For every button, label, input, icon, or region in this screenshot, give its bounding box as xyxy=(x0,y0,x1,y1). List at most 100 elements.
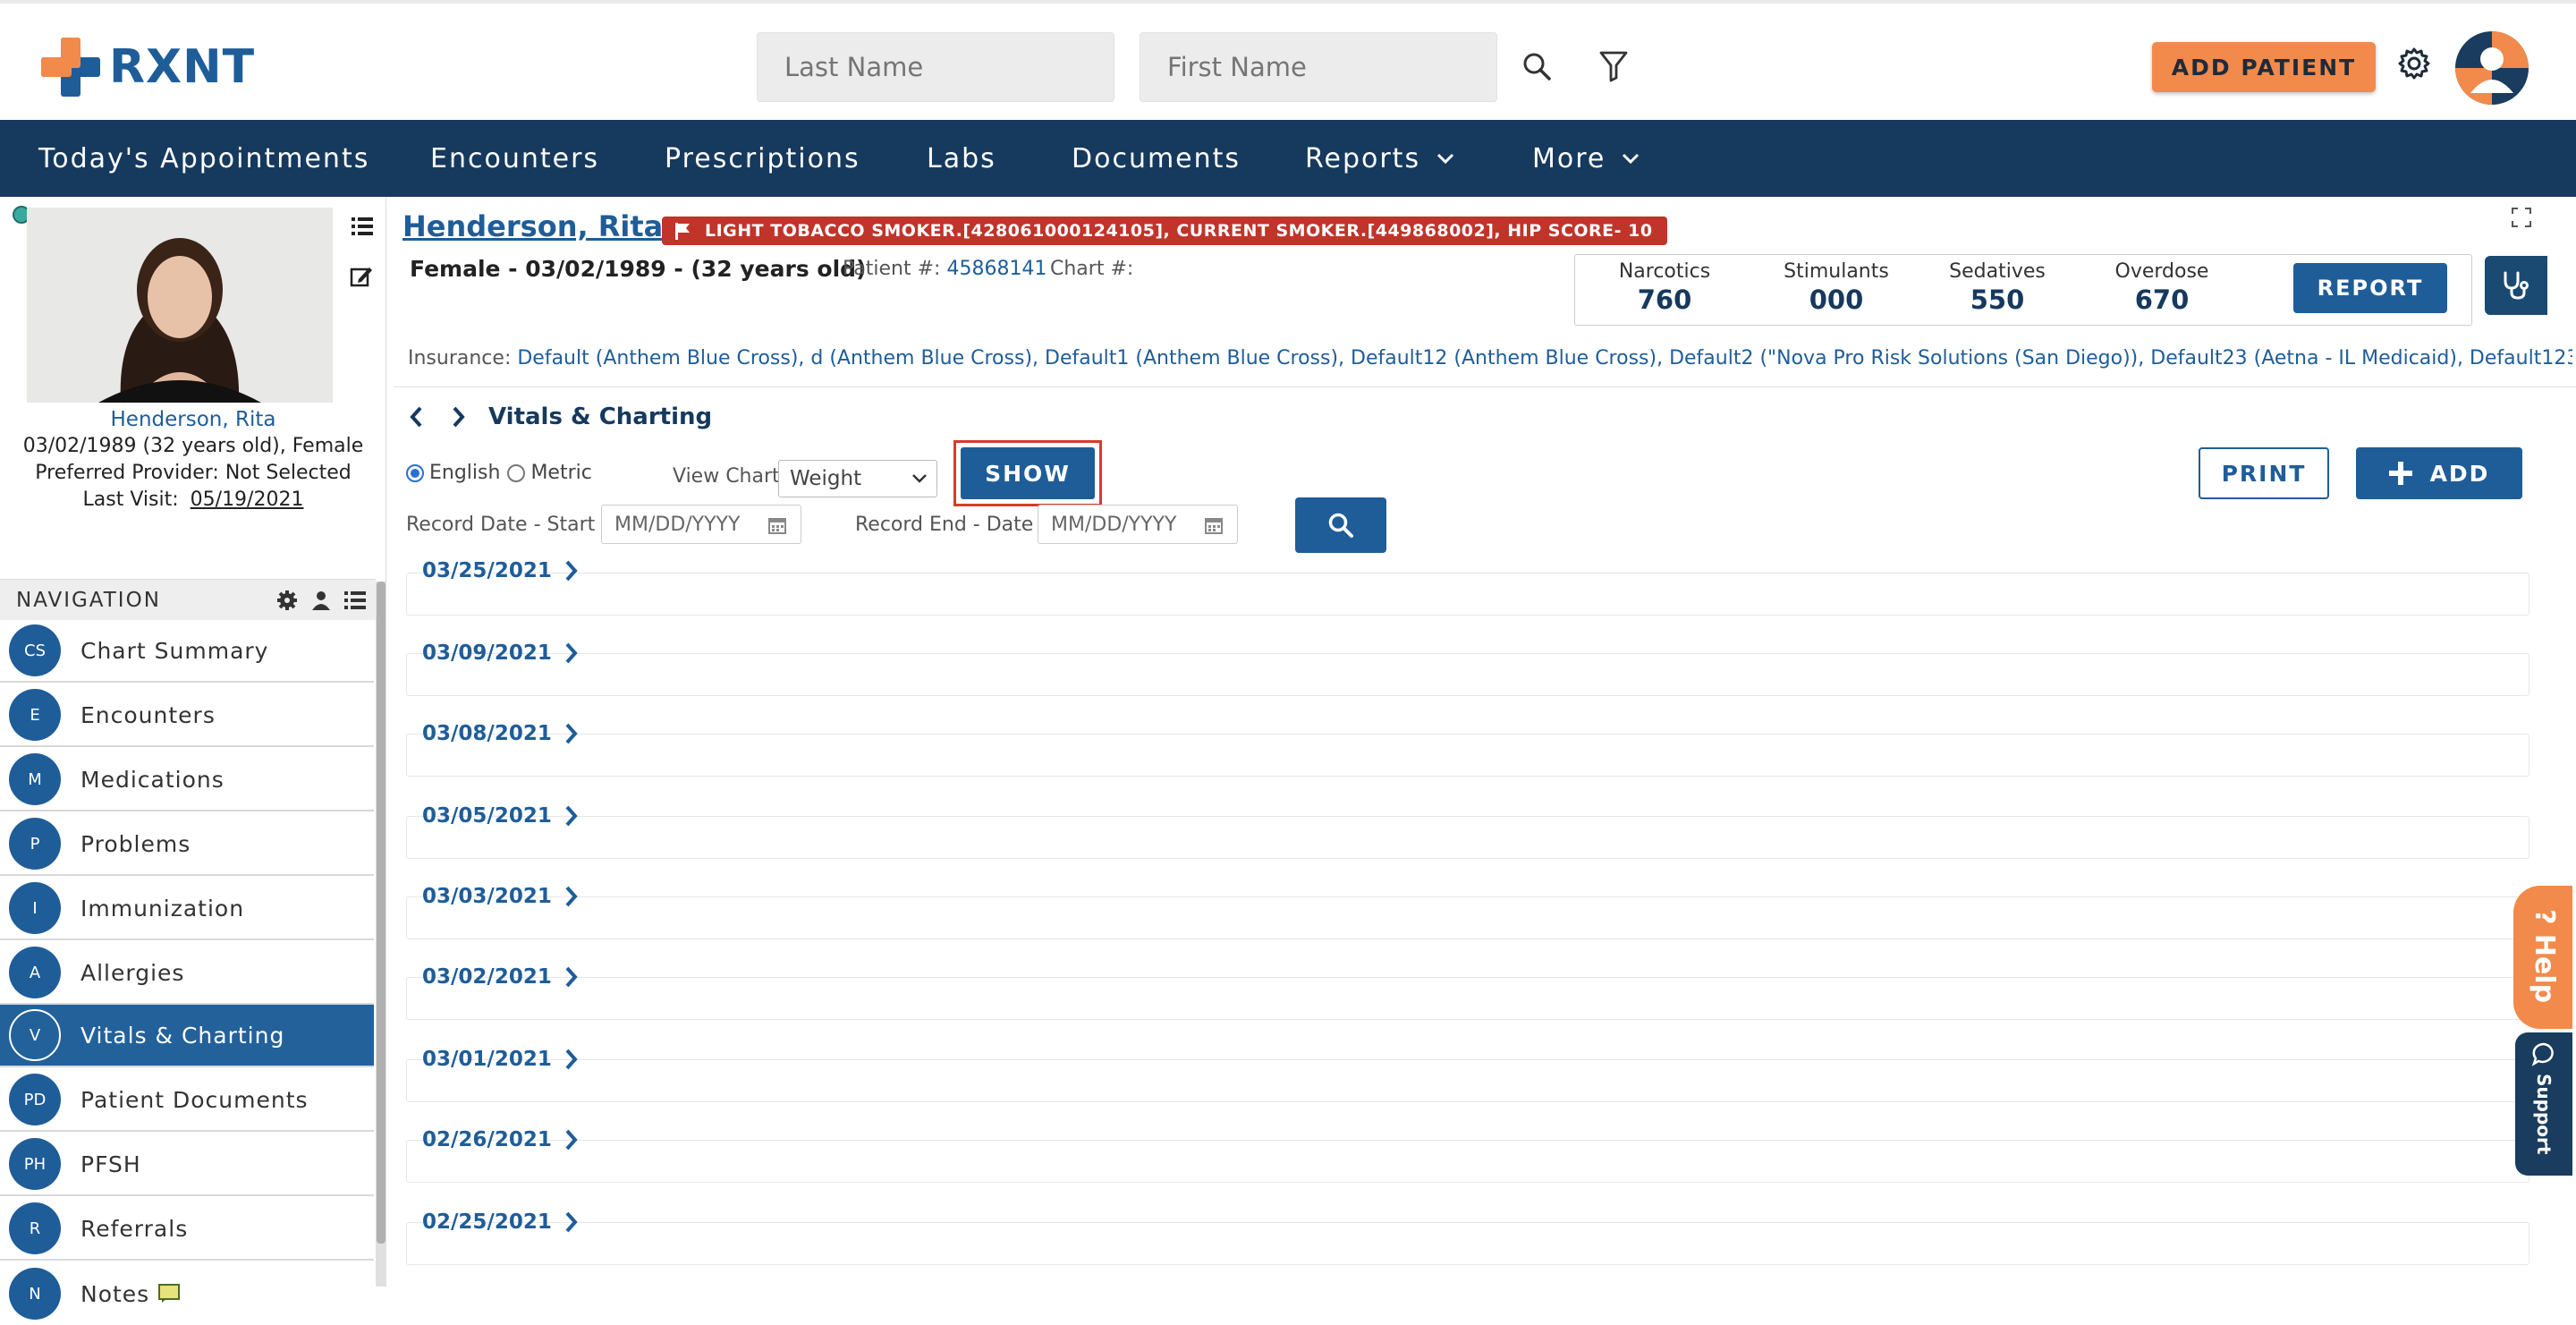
chart-number-label: Chart #: xyxy=(1050,258,1134,280)
patient-number-value: 45868141 xyxy=(946,258,1047,280)
chevron-left-icon[interactable] xyxy=(408,405,424,429)
badge: PH xyxy=(9,1138,61,1190)
sidebar-item-encounters[interactable]: E Encounters xyxy=(0,684,374,747)
calendar-icon[interactable] xyxy=(768,516,786,534)
nav-user-icon[interactable] xyxy=(312,590,330,610)
unit-toggle: English Metric xyxy=(406,462,592,484)
search-icon[interactable] xyxy=(1515,45,1558,88)
date-search-button[interactable] xyxy=(1295,497,1386,553)
chevron-right-icon xyxy=(565,642,578,664)
navigation-header: NAVIGATION xyxy=(0,579,376,620)
chevron-right-icon xyxy=(565,966,578,988)
record-end-placeholder: MM/DD/YYYY xyxy=(1051,513,1177,536)
vitals-record-row xyxy=(406,1222,2529,1265)
pdmp-overdose-label: Overdose xyxy=(2114,260,2209,283)
last-name-input[interactable] xyxy=(757,32,1114,102)
badge: V xyxy=(9,1009,61,1061)
nav-labs[interactable]: Labs xyxy=(927,120,996,197)
badge: CS xyxy=(9,624,61,676)
expand-icon[interactable] xyxy=(2512,208,2531,227)
sidebar-item-medications[interactable]: M Medications xyxy=(0,749,374,811)
logo-text: RXNT xyxy=(109,40,256,94)
nav-reports[interactable]: Reports xyxy=(1305,120,1454,197)
insurance-list[interactable]: Default (Anthem Blue Cross), d (Anthem B… xyxy=(517,347,2572,369)
patient-name-title[interactable]: Henderson, Rita xyxy=(402,209,663,243)
sidebar-item-patient-documents[interactable]: PD Patient Documents xyxy=(0,1069,374,1132)
chevron-down-icon xyxy=(1437,153,1454,165)
patient-demographics: Female - 03/02/1989 - (32 years old) xyxy=(410,256,867,282)
navigation-heading: NAVIGATION xyxy=(16,589,161,612)
nav-todays-appointments[interactable]: Today's Appointments xyxy=(38,120,369,197)
filter-icon[interactable] xyxy=(1592,45,1635,88)
stethoscope-button[interactable] xyxy=(2485,256,2547,315)
rxnt-logo[interactable]: RXNT xyxy=(41,36,255,98)
nav-encounters[interactable]: Encounters xyxy=(430,120,599,197)
breadcrumb: Vitals & Charting xyxy=(408,397,712,437)
sidebar-item-label: Encounters xyxy=(80,701,216,728)
first-name-input[interactable] xyxy=(1140,32,1497,102)
sidebar-item-label: Allergies xyxy=(80,959,185,986)
last-visit-date[interactable]: 05/19/2021 xyxy=(191,488,304,511)
view-chart-label: View Chart xyxy=(673,465,780,488)
note-icon xyxy=(158,1284,181,1303)
sidebar-item-pfsh[interactable]: PH PFSH xyxy=(0,1134,374,1196)
alert-text: LIGHT TOBACCO SMOKER.[428061000124105], … xyxy=(705,221,1653,241)
sidebar-scrollbar-thumb[interactable] xyxy=(377,582,386,1244)
sidebar-item-immunization[interactable]: I Immunization xyxy=(0,878,374,940)
vitals-record-toggle[interactable]: 03/08/2021 xyxy=(422,716,579,752)
vitals-record-toggle[interactable]: 02/25/2021 xyxy=(422,1204,579,1240)
vitals-record-toggle[interactable]: 03/02/2021 xyxy=(422,959,579,995)
nav-settings-gear-icon[interactable] xyxy=(277,590,297,610)
clinical-alert-badge[interactable]: LIGHT TOBACCO SMOKER.[428061000124105], … xyxy=(662,217,1667,245)
chevron-right-icon[interactable] xyxy=(451,405,467,429)
main-content: Henderson, Rita LIGHT TOBACCO SMOKER.[42… xyxy=(394,197,2576,1287)
vitals-record-toggle[interactable]: 03/09/2021 xyxy=(422,635,579,671)
print-button[interactable]: PRINT xyxy=(2199,447,2329,499)
add-patient-button[interactable]: ADD PATIENT xyxy=(2152,42,2376,92)
add-vitals-button[interactable]: ADD xyxy=(2356,447,2522,499)
nav-documents[interactable]: Documents xyxy=(1072,120,1241,197)
vitals-record-toggle[interactable]: 03/01/2021 xyxy=(422,1041,579,1077)
sidebar-item-problems[interactable]: P Problems xyxy=(0,813,374,876)
sidebar-item-vitals-charting[interactable]: V Vitals & Charting xyxy=(0,1005,374,1067)
edit-icon[interactable] xyxy=(350,265,373,292)
record-start-date-input[interactable]: MM/DD/YYYY xyxy=(601,505,801,544)
top-header: RXNT ADD PATIENT xyxy=(0,0,2576,120)
metric-radio-label: Metric xyxy=(530,462,592,484)
sidebar-item-label: Problems xyxy=(80,830,191,857)
vitals-record-toggle[interactable]: 03/25/2021 xyxy=(422,553,579,589)
sidebar-item-allergies[interactable]: A Allergies xyxy=(0,942,374,1005)
help-tab[interactable]: ? Help xyxy=(2513,886,2572,1029)
vitals-record-toggle[interactable]: 03/03/2021 xyxy=(422,879,579,914)
record-date: 03/25/2021 xyxy=(422,559,552,582)
sidebar-item-chart-summary[interactable]: CS Chart Summary xyxy=(0,620,374,683)
show-button[interactable]: SHOW xyxy=(961,447,1095,499)
badge: R xyxy=(9,1202,61,1254)
user-avatar[interactable] xyxy=(2454,30,2529,106)
calendar-icon[interactable] xyxy=(1205,516,1223,534)
english-radio[interactable] xyxy=(406,463,424,482)
logo-cross-icon xyxy=(41,38,100,97)
vitals-record-row xyxy=(406,1140,2529,1183)
nav-list-icon[interactable] xyxy=(344,591,366,609)
sidebar-item-notes[interactable]: N Notes xyxy=(0,1262,374,1325)
pdmp-report-button[interactable]: REPORT xyxy=(2293,263,2447,313)
chevron-right-icon xyxy=(565,723,578,744)
sidebar-patient-name[interactable]: Henderson, Rita xyxy=(0,408,386,431)
nav-more[interactable]: More xyxy=(1532,120,1640,197)
nav-prescriptions[interactable]: Prescriptions xyxy=(665,120,860,197)
vitals-record-toggle[interactable]: 02/26/2021 xyxy=(422,1122,579,1158)
support-label: Support xyxy=(2533,1074,2555,1155)
vitals-record-row xyxy=(406,1059,2529,1102)
record-end-date-input[interactable]: MM/DD/YYYY xyxy=(1038,505,1238,544)
help-text: Help xyxy=(2529,933,2560,1004)
record-date: 03/09/2021 xyxy=(422,641,552,665)
sidebar-item-referrals[interactable]: R Referrals xyxy=(0,1198,374,1261)
vitals-record-toggle[interactable]: 03/05/2021 xyxy=(422,798,579,834)
metric-radio[interactable] xyxy=(507,463,526,482)
pdmp-overdose-value: 670 xyxy=(2134,285,2190,315)
view-chart-select[interactable]: Weight xyxy=(778,460,937,497)
list-view-icon[interactable] xyxy=(352,217,373,240)
settings-gear-icon[interactable] xyxy=(2394,43,2435,84)
support-tab[interactable]: Support xyxy=(2515,1032,2572,1176)
